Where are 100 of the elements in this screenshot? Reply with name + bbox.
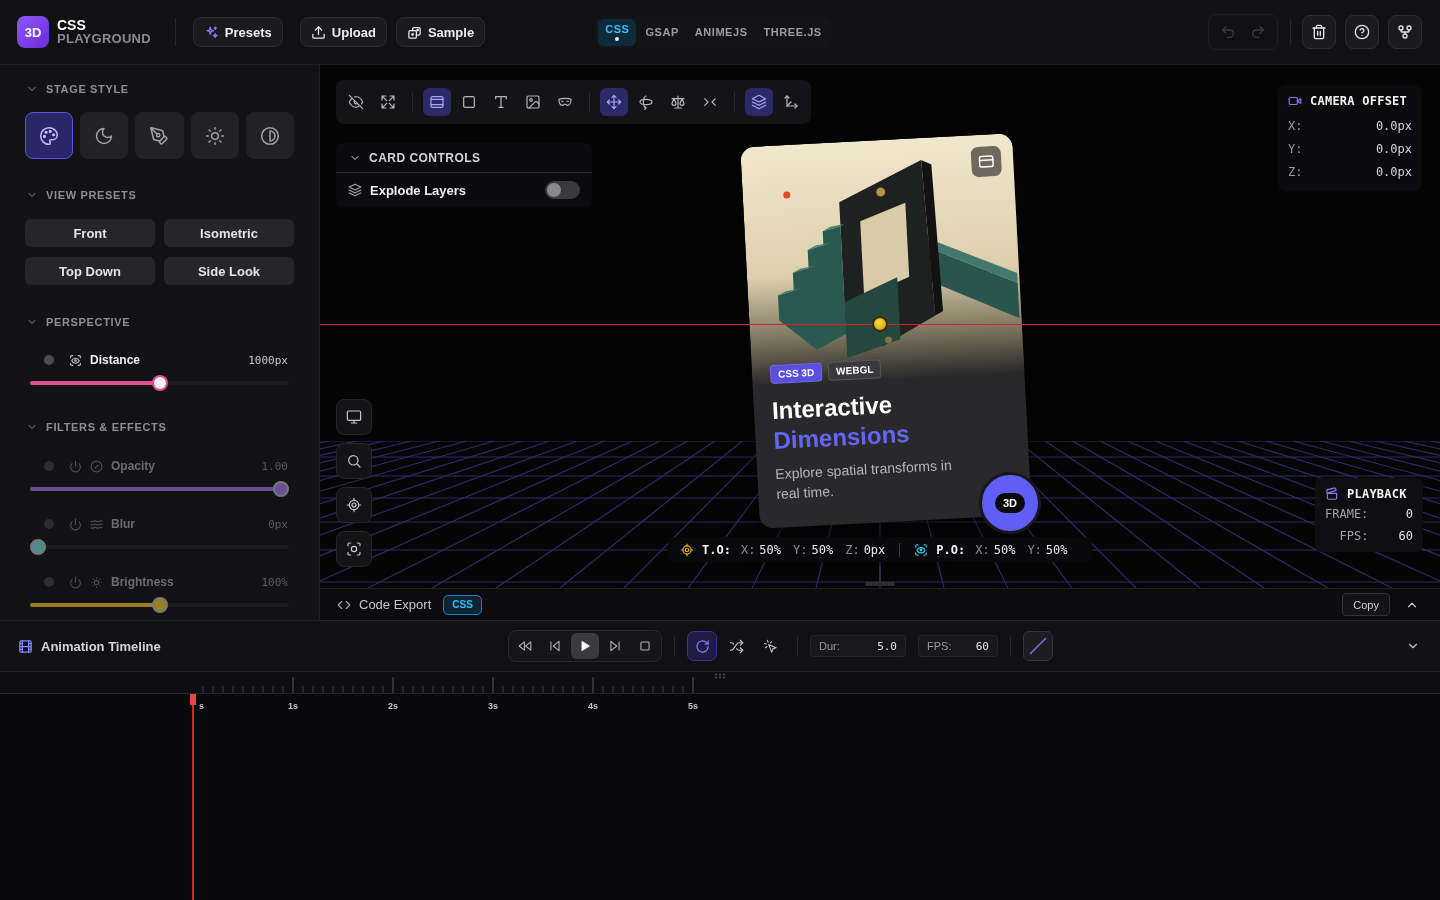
toggle-switch[interactable] <box>545 181 580 199</box>
tool-button[interactable] <box>745 88 773 116</box>
resize-grip-icon[interactable] <box>714 673 726 679</box>
help-button[interactable] <box>1345 15 1379 49</box>
delete-button[interactable] <box>1302 15 1336 49</box>
engine-tab[interactable]: ANIMEJS <box>687 18 755 46</box>
slider-track[interactable] <box>30 597 289 613</box>
style-option[interactable] <box>25 112 74 159</box>
duration-field[interactable]: Dur: 5.0 <box>810 635 906 657</box>
slider-thumb[interactable] <box>30 539 46 555</box>
tool-button[interactable] <box>423 88 451 116</box>
toggle-label: Explode Layers <box>370 182 467 198</box>
fps-field[interactable]: FPS: 60 <box>918 635 998 657</box>
origin-label: T.O: <box>702 542 731 557</box>
keyframe-dot-icon[interactable] <box>44 519 54 529</box>
time-tick-label: 5s <box>688 701 698 711</box>
upload-icon <box>310 24 326 40</box>
view-preset-button[interactable]: Side Look <box>164 257 294 285</box>
style-option[interactable] <box>135 112 184 159</box>
axis-value: 0.0px <box>1375 118 1412 133</box>
engine-tab[interactable]: GSAP <box>638 18 686 46</box>
redo-icon <box>1250 24 1266 40</box>
focus-frame-icon <box>346 541 362 557</box>
round-3d-button[interactable]: 3D <box>979 472 1041 534</box>
origin-label: P.O: <box>936 542 966 557</box>
sun-icon <box>90 575 103 589</box>
keyframe-dot-icon[interactable] <box>44 461 54 471</box>
app-title: CSS <box>57 18 87 32</box>
view-preset-button[interactable]: Front <box>25 219 155 247</box>
app-subtitle: PLAYGROUND <box>57 32 151 46</box>
card-icon <box>977 153 995 170</box>
side-tool-button[interactable] <box>336 443 372 479</box>
playhead[interactable] <box>190 694 196 900</box>
section-header[interactable]: FILTERS & EFFECTS <box>25 419 167 435</box>
keyframe-dot-icon[interactable] <box>44 577 54 587</box>
axes-icon <box>783 94 799 110</box>
axis-value: 0px <box>863 542 886 557</box>
help-icon <box>1354 24 1370 40</box>
slider-thumb[interactable] <box>151 597 168 613</box>
slider-track[interactable] <box>30 375 289 391</box>
slider-value: 0px <box>268 517 289 531</box>
sun-icon <box>204 125 225 146</box>
axis-label: X: <box>975 542 990 557</box>
pen-nib-icon <box>149 125 170 146</box>
axis-label: X: <box>1288 118 1303 133</box>
step-forward-icon <box>608 639 622 653</box>
stop-icon <box>638 639 652 653</box>
engine-tab[interactable]: THREE.JS <box>756 18 829 46</box>
view-preset-button[interactable]: Top Down <box>25 257 155 285</box>
stand-handle-icon[interactable] <box>864 567 896 587</box>
sparkles-icon <box>203 24 219 40</box>
copy-button[interactable]: Copy <box>1342 593 1390 616</box>
scale-icon <box>670 94 686 110</box>
slider-thumb[interactable] <box>151 375 168 391</box>
section-header[interactable]: VIEW PRESETS <box>25 187 137 203</box>
slider-value: 1000px <box>248 353 289 367</box>
slider-thumb[interactable] <box>273 481 289 497</box>
time-tick-label: 3s <box>488 701 498 711</box>
branch-icon <box>1397 24 1413 40</box>
style-option[interactable] <box>190 112 239 159</box>
transport-button[interactable] <box>571 633 599 659</box>
upload-button[interactable]: Upload <box>299 17 387 47</box>
mode-button[interactable] <box>687 631 717 661</box>
branch-button[interactable] <box>1388 15 1422 49</box>
slider-label: Blur <box>111 517 135 531</box>
view-preset-button[interactable]: Isometric <box>164 219 294 247</box>
slider-track[interactable] <box>30 481 289 497</box>
axis-value: 50% <box>811 542 834 557</box>
section-header[interactable]: PERSPECTIVE <box>25 314 131 330</box>
style-option[interactable] <box>80 112 129 159</box>
style-option[interactable] <box>245 112 294 159</box>
engine-tab[interactable]: CSS <box>598 18 637 46</box>
diagonal-line-icon <box>1028 636 1048 656</box>
axis-value: 0.0px <box>1375 164 1412 179</box>
square-icon <box>461 94 477 110</box>
slider-track[interactable] <box>30 539 289 555</box>
tool-button[interactable] <box>600 88 628 116</box>
contrast-icon <box>259 125 280 146</box>
field-label: Dur: <box>819 640 840 652</box>
field-label: FPS: <box>927 640 952 652</box>
slider-label: Distance <box>90 353 141 367</box>
time-tick-label: 2s <box>388 701 398 711</box>
moon-icon <box>94 125 115 146</box>
panel-title: PLAYBACK <box>1347 487 1407 501</box>
section-header[interactable]: CARD CONTROLS <box>336 143 592 173</box>
side-tool-button[interactable] <box>336 531 372 567</box>
side-tool-button[interactable] <box>336 399 372 435</box>
keyframe-dot-icon[interactable] <box>44 355 54 365</box>
section-header[interactable]: STAGE STYLE <box>25 81 129 97</box>
eye-scan-icon <box>69 353 82 367</box>
presets-button[interactable]: Presets <box>192 17 283 47</box>
time-tick-label: 1s <box>288 701 298 711</box>
undo-icon <box>1220 24 1236 40</box>
field-value: 60 <box>975 639 989 653</box>
film-icon <box>18 638 33 654</box>
rotate-icon <box>638 94 654 110</box>
axis-value: 50% <box>1045 542 1068 557</box>
side-tool-button[interactable] <box>336 487 372 523</box>
sample-button[interactable]: Sample <box>395 17 486 47</box>
slider-label: Opacity <box>111 459 155 473</box>
